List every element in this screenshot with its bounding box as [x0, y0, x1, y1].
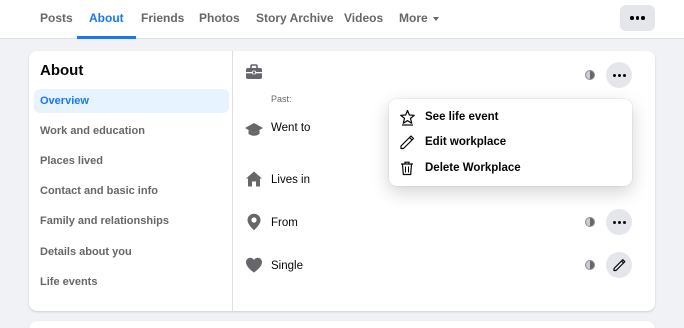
workplace-options-menu: See life event Edit workplace Delete Wor…: [389, 99, 632, 186]
lives-in-text: Lives in: [271, 174, 310, 186]
location-pin-icon: [244, 212, 264, 232]
tab-videos[interactable]: Videos: [332, 0, 395, 39]
tab-more[interactable]: More: [387, 0, 451, 39]
sidebar-item-details-about-you[interactable]: Details about you: [34, 240, 229, 264]
education-text: Went to: [271, 122, 311, 134]
menu-item-label: Delete Workplace: [425, 162, 521, 174]
pencil-icon: [613, 259, 626, 272]
sidebar-item-contact-info[interactable]: Contact and basic info: [34, 179, 229, 203]
briefcase-icon: [244, 62, 264, 82]
sidebar-item-places-lived[interactable]: Places lived: [34, 149, 229, 173]
sidebar-item-life-events[interactable]: Life events: [34, 270, 229, 294]
caret-down-icon: [432, 16, 439, 21]
more-options-icon: [612, 220, 626, 224]
relationship-text: Single: [271, 260, 303, 272]
from-options-button[interactable]: [606, 209, 632, 235]
more-options-icon: [630, 16, 645, 20]
edit-relationship-button[interactable]: [606, 252, 632, 278]
tab-more-label: More: [399, 11, 428, 25]
work-options-button[interactable]: [606, 62, 632, 88]
privacy-globe-icon[interactable]: [585, 217, 595, 227]
privacy-globe-icon[interactable]: [585, 260, 595, 270]
heart-icon: [244, 255, 264, 275]
sidebar-item-work-and-education[interactable]: Work and education: [34, 119, 229, 143]
tab-story-archive[interactable]: Story Archive: [244, 0, 346, 39]
menu-item-delete-workplace[interactable]: Delete Workplace: [395, 156, 626, 180]
about-title: About: [40, 62, 84, 79]
pencil-icon: [397, 132, 417, 152]
past-label: Past:: [271, 94, 292, 104]
profile-options-button[interactable]: [620, 5, 655, 31]
about-sidebar: About Overview Work and education Places…: [29, 51, 233, 311]
graduation-cap-icon: [244, 120, 264, 140]
profile-tab-bar: Posts About Friends Photos Story Archive…: [0, 0, 684, 39]
more-options-icon: [612, 73, 626, 77]
menu-item-edit-workplace[interactable]: Edit workplace: [395, 130, 626, 154]
home-icon: [244, 169, 264, 189]
menu-item-label: See life event: [425, 111, 499, 123]
from-text: From: [271, 217, 298, 229]
menu-item-label: Edit workplace: [425, 136, 507, 148]
trash-icon: [397, 158, 417, 178]
sidebar-item-family-relationships[interactable]: Family and relationships: [34, 209, 229, 233]
star-icon: [397, 107, 417, 127]
tab-photos[interactable]: Photos: [187, 0, 252, 39]
privacy-globe-icon[interactable]: [585, 70, 595, 80]
sidebar-item-overview[interactable]: Overview: [34, 89, 229, 113]
tab-about[interactable]: About: [77, 0, 136, 39]
menu-item-see-life-event[interactable]: See life event: [395, 105, 626, 129]
next-card: [29, 321, 655, 328]
